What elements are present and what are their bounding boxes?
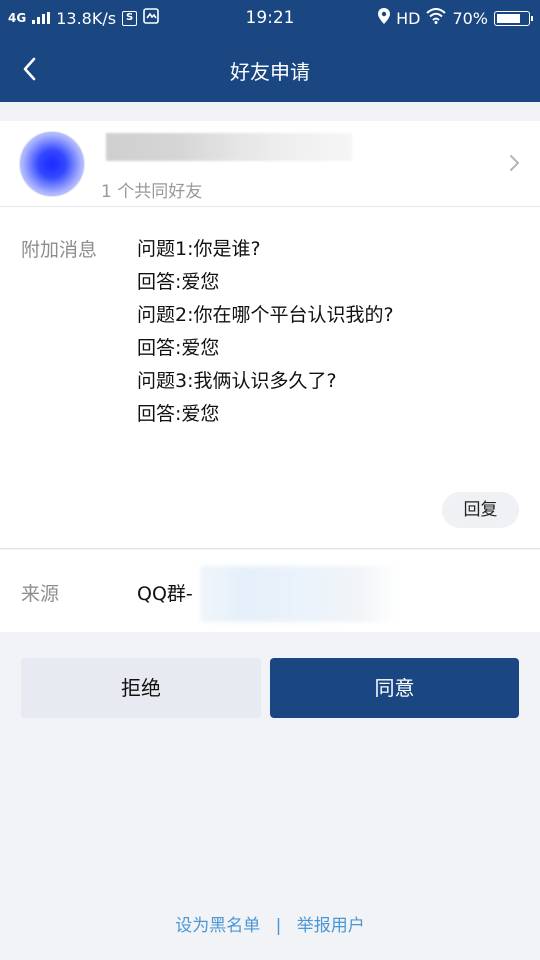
chevron-right-icon: [508, 153, 522, 173]
message-label: 附加消息: [21, 239, 98, 261]
message-line: 问题2:你在哪个平台认识我的?: [137, 304, 394, 326]
requester-profile[interactable]: 1 个共同好友: [0, 121, 540, 207]
accept-button[interactable]: 同意: [270, 658, 519, 718]
footer-separator: |: [275, 916, 282, 936]
blurred-username: [106, 133, 352, 161]
battery-percent: 70%: [452, 8, 488, 28]
mutual-friends-count: 1 个共同好友: [101, 182, 203, 202]
blacklist-link[interactable]: 设为黑名单: [175, 916, 260, 936]
wifi-icon: [426, 8, 447, 28]
report-user-link[interactable]: 举报用户: [297, 916, 365, 936]
message-content: 问题1:你是谁? 回答:爱您 问题2:你在哪个平台认识我的? 回答:爱您 问题3…: [137, 233, 394, 431]
message-line: 问题3:我俩认识多久了?: [137, 370, 337, 392]
battery-icon: [494, 10, 533, 26]
header-bar: 4G 13.8K/s S 19:21 HD 70% 好友申请: [0, 0, 540, 102]
message-line: 回答:爱您: [137, 403, 220, 425]
location-icon: [378, 8, 391, 28]
reject-button[interactable]: 拒绝: [21, 658, 261, 718]
nav-bar: 好友申请: [0, 36, 540, 102]
message-line: 回答:爱您: [137, 271, 220, 293]
hd-indicator: HD: [396, 8, 421, 28]
source-value: QQ群-: [137, 583, 193, 605]
message-section: 附加消息 问题1:你是谁? 回答:爱您 问题2:你在哪个平台认识我的? 回答:爱…: [0, 207, 540, 549]
source-label: 来源: [21, 583, 60, 605]
page-title: 好友申请: [230, 60, 310, 84]
status-bar: 4G 13.8K/s S 19:21 HD 70%: [0, 0, 540, 36]
footer-links: 设为黑名单 | 举报用户: [0, 911, 540, 936]
message-line: 问题1:你是谁?: [137, 238, 261, 260]
blurred-group-name: [200, 566, 400, 622]
source-section: 来源 QQ群-: [0, 550, 540, 632]
reply-button[interactable]: 回复: [442, 492, 519, 528]
avatar[interactable]: [19, 131, 85, 197]
message-line: 回答:爱您: [137, 337, 220, 359]
